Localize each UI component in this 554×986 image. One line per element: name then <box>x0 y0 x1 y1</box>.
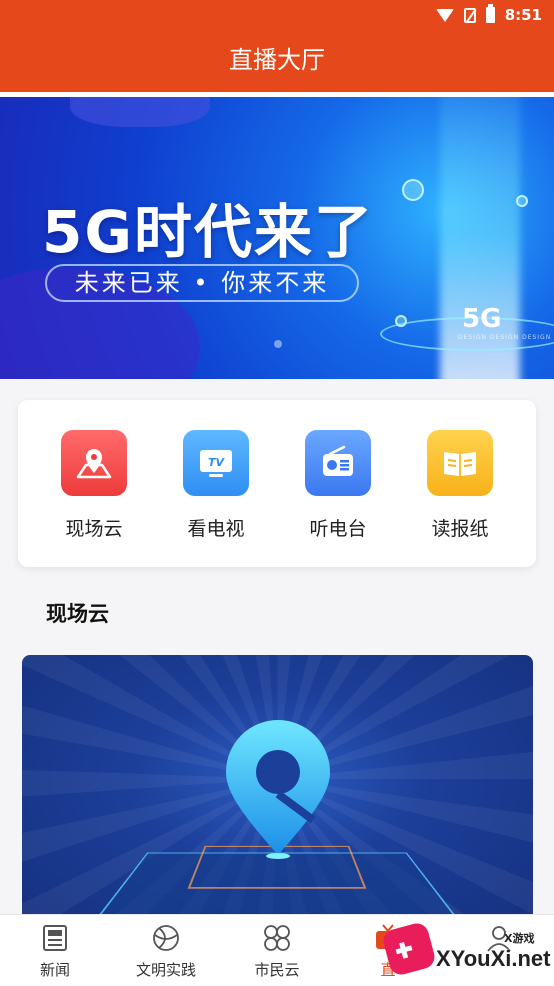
quick-action-label: 看电视 <box>187 518 245 540</box>
banner-subtitle: 未来已来 • 你来不来 <box>45 264 359 302</box>
orb-decoration <box>516 195 528 207</box>
nav-label: 文明实践 <box>135 961 196 979</box>
location-pin-icon <box>226 720 330 859</box>
banner-headline: 5G时代来了 <box>42 198 374 266</box>
nav-label: 市民云 <box>254 961 300 979</box>
wifi-icon <box>435 8 454 22</box>
battery-icon <box>485 4 495 23</box>
watermark-small-text: X游戏 <box>504 932 535 945</box>
newspaper-book-icon <box>427 430 493 496</box>
nav-label: 新闻 <box>39 961 70 979</box>
quick-action-label: 现场云 <box>65 518 123 540</box>
status-time: 8:51 <box>504 6 542 24</box>
watermark-text: XYouXi.net <box>436 946 551 971</box>
watermark: X游戏 XYouXi.net <box>380 916 552 986</box>
nav-item-civilization-practice[interactable]: 文明实践 <box>111 923 221 980</box>
carousel-indicator[interactable] <box>274 340 282 348</box>
newspaper-icon <box>40 923 70 953</box>
quick-action-watch-tv[interactable]: TV 看电视 <box>161 430 271 541</box>
gamepad-logo-icon <box>380 920 438 978</box>
no-sim-icon <box>463 7 476 23</box>
app-header: 8:51 直播大厅 <box>0 0 554 92</box>
featured-live-card[interactable] <box>22 655 533 930</box>
banner-small-text: DESIGN DESIGN DESIGN <box>458 334 552 341</box>
location-map-icon <box>61 430 127 496</box>
orb-decoration <box>402 179 424 201</box>
quick-action-label: 听电台 <box>309 518 367 540</box>
banner-badge: 5G <box>462 304 502 334</box>
page-title: 直播大厅 <box>229 46 325 74</box>
nav-item-news[interactable]: 新闻 <box>0 923 110 980</box>
svg-text:TV: TV <box>208 456 226 469</box>
promo-banner[interactable]: 5G时代来了 未来已来 • 你来不来 5G DESIGN DESIGN DESI… <box>0 97 554 379</box>
radio-icon <box>305 430 371 496</box>
tv-icon: TV <box>183 430 249 496</box>
nav-item-citizen-cloud[interactable]: 市民云 <box>222 923 332 980</box>
quick-action-label: 读报纸 <box>431 518 489 540</box>
quick-actions-card: 现场云 TV 看电视 听电台 读报纸 <box>18 400 536 567</box>
quick-action-scene-cloud[interactable]: 现场云 <box>39 430 149 541</box>
status-bar: 8:51 <box>435 4 542 26</box>
orb-decoration <box>395 315 407 327</box>
quick-action-radio[interactable]: 听电台 <box>283 430 393 541</box>
quick-action-newspaper[interactable]: 读报纸 <box>405 430 515 541</box>
section-title: 现场云 <box>46 602 109 626</box>
clover-icon <box>262 923 292 953</box>
sphere-icon <box>151 923 181 953</box>
